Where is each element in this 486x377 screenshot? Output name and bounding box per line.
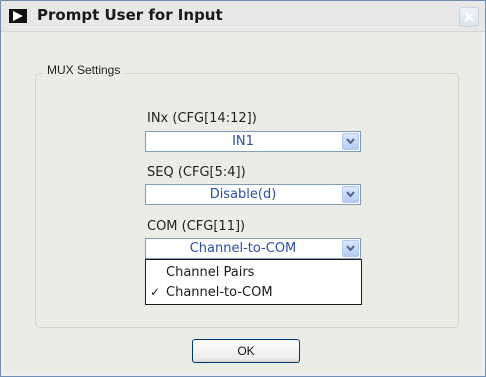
seq-select[interactable]: Disable(d)	[145, 184, 361, 205]
title-bar[interactable]: Prompt User for Input	[1, 1, 485, 32]
group-legend: MUX Settings	[43, 63, 125, 77]
chevron-down-icon	[346, 245, 355, 252]
inx-dropdown-button[interactable]	[342, 133, 359, 150]
seq-label: SEQ (CFG[5:4])	[147, 165, 246, 180]
inx-label: INx (CFG[14:12])	[147, 111, 257, 126]
inx-select[interactable]: IN1	[145, 131, 361, 152]
close-icon	[464, 12, 474, 22]
dropdown-option-channel-to-com[interactable]: ✓ Channel-to-COM	[146, 283, 361, 303]
com-dropdown-button[interactable]	[342, 240, 359, 257]
chevron-down-icon	[346, 191, 355, 198]
dropdown-option-channel-pairs[interactable]: Channel Pairs	[146, 263, 361, 283]
com-select[interactable]: Channel-to-COM	[145, 238, 361, 259]
window-title: Prompt User for Input	[37, 6, 223, 24]
ok-button[interactable]: OK	[192, 339, 300, 363]
seq-dropdown-button[interactable]	[342, 186, 359, 203]
com-value: Channel-to-COM	[189, 241, 297, 256]
option-label: Channel-to-COM	[166, 285, 273, 300]
chevron-down-icon	[346, 138, 355, 145]
play-icon	[9, 9, 27, 23]
check-icon: ✓	[150, 285, 161, 299]
close-button[interactable]	[459, 7, 479, 27]
option-label: Channel Pairs	[166, 265, 255, 280]
com-dropdown-list: Channel Pairs ✓ Channel-to-COM	[145, 259, 362, 305]
com-label: COM (CFG[11])	[147, 219, 246, 234]
prompt-dialog: Prompt User for Input MUX Settings INx (…	[0, 0, 486, 377]
seq-value: Disable(d)	[209, 187, 277, 202]
inx-value: IN1	[232, 134, 254, 149]
